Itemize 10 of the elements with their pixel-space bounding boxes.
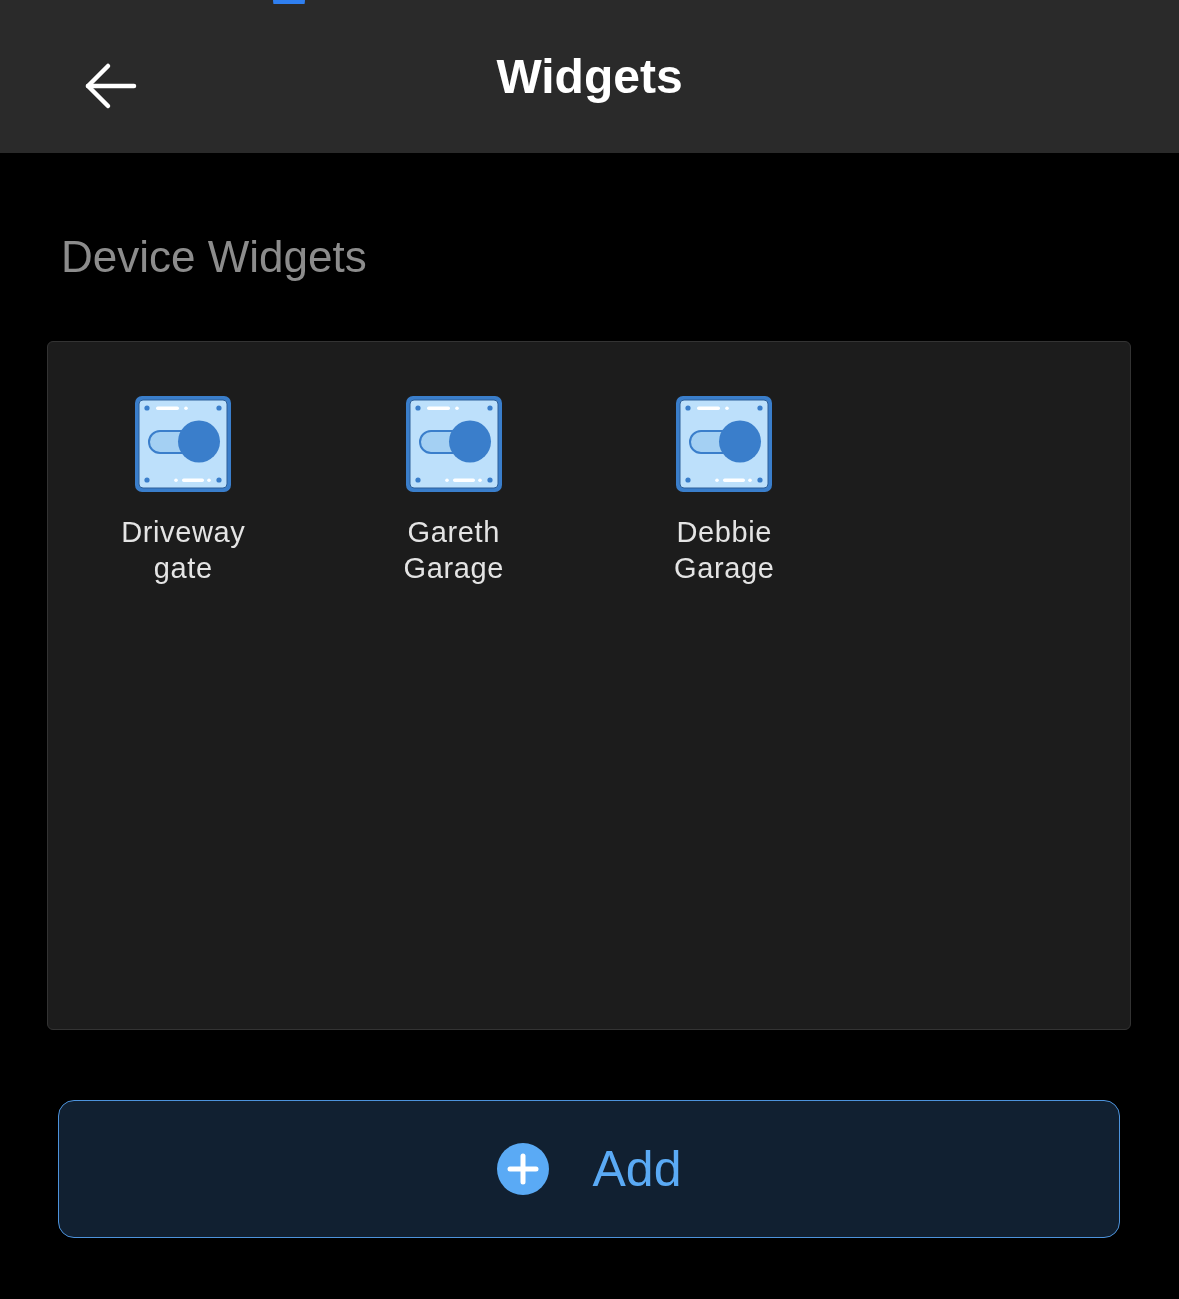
add-button[interactable]: Add [58,1100,1120,1238]
toggle-switch-icon[interactable] [676,396,773,492]
widget-label: Gareth Garage [402,515,505,586]
toggle-switch-icon[interactable] [405,396,502,492]
widget-label: Debbie Garage [673,515,776,586]
section-heading: Device Widgets [61,231,367,283]
widget-label: Driveway gate [120,515,247,586]
plus-icon [496,1143,549,1195]
toggle-switch-icon[interactable] [135,396,232,492]
page-title: Widgets [496,52,683,101]
